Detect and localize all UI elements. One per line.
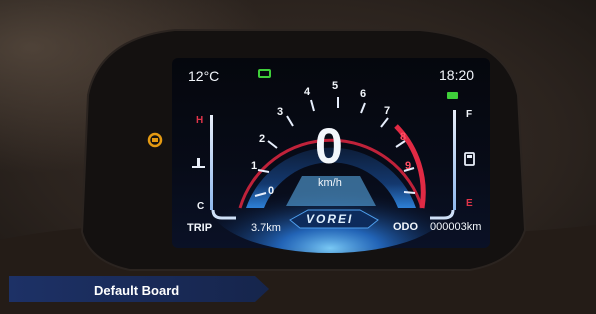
fuel-level-bar (453, 110, 456, 210)
tach-label-4: 4 (304, 86, 311, 98)
coolant-low-label: C (197, 201, 205, 212)
odo-value: 000003km (430, 221, 482, 233)
brand-logo: VOREI (306, 212, 354, 226)
speed-unit: km/h (318, 177, 342, 189)
tach-label-2: 2 (259, 133, 266, 145)
tach-label-1: 1 (251, 160, 258, 172)
caption-label: Default Board (94, 283, 180, 298)
photo-stage: 12°C 18:20 H C F E 0 1 2 3 4 5 6 7 8 9 0… (0, 0, 596, 314)
tach-label-9: 9 (405, 160, 412, 172)
dashboard-photo (0, 0, 596, 314)
tach-label-0: 0 (268, 185, 275, 197)
tach-label-3: 3 (277, 106, 284, 118)
tach-label-7: 7 (384, 105, 391, 117)
fuel-full-label: F (466, 109, 473, 120)
tach-label-8: 8 (400, 131, 407, 143)
coolant-temp-bar (210, 115, 213, 210)
coolant-high-label: H (196, 115, 204, 126)
speed-readout: 0 (315, 118, 343, 174)
temperature-readout: 12°C (188, 68, 220, 84)
fuel-empty-label: E (466, 198, 473, 209)
trip-value: 3.7km (251, 222, 281, 234)
odo-label: ODO (393, 221, 419, 233)
tach-label-6: 6 (360, 88, 367, 100)
high-beam-icon (447, 92, 458, 99)
tach-label-5: 5 (332, 80, 339, 92)
trip-label: TRIP (187, 222, 213, 234)
clock-readout: 18:20 (439, 67, 475, 83)
